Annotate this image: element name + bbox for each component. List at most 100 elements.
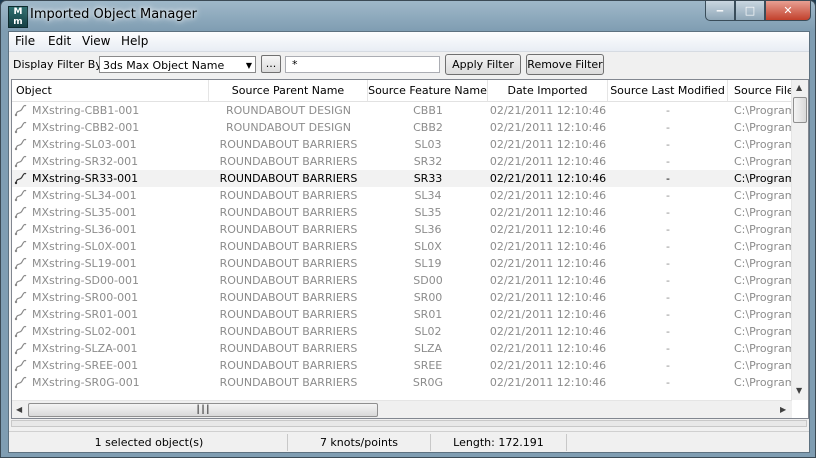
table-row[interactable]: MXstring-SR00-001 ROUNDABOUT BARRIERS SR00… xyxy=(12,289,792,306)
cell-last-modified: - xyxy=(666,359,670,372)
cell-object: MXstring-SR32-001 xyxy=(32,155,139,168)
menu-help[interactable]: Help xyxy=(121,34,148,48)
column-header-source-file[interactable]: Source File xyxy=(728,80,792,101)
apply-filter-button[interactable]: Apply Filter xyxy=(445,54,521,75)
table-row[interactable]: MXstring-SR01-001 ROUNDABOUT BARRIERS SR01… xyxy=(12,306,792,323)
chevron-down-icon: ▼ xyxy=(245,61,252,70)
menu-file[interactable]: File xyxy=(15,34,35,48)
imported-objects-table: Object Source Parent Name Source Feature… xyxy=(11,79,809,419)
cell-parent-name: ROUNDABOUT BARRIERS xyxy=(219,155,358,168)
close-button[interactable]: ✕ xyxy=(765,1,811,21)
table-row[interactable]: MXstring-CBB1-001 ROUNDABOUT DESIGN CBB1 02… xyxy=(12,102,792,119)
column-header-object[interactable]: Object xyxy=(12,80,209,101)
cell-feature-name: SL02 xyxy=(414,325,442,338)
table-row[interactable]: MXstring-SL03-001 ROUNDABOUT BARRIERS SL03… xyxy=(12,136,792,153)
cell-feature-name: SR0G xyxy=(412,376,444,389)
minimize-button[interactable]: ‒ xyxy=(705,1,735,21)
table-row[interactable]: MXstring-SL36-001 ROUNDABOUT BARRIERS SL36… xyxy=(12,221,792,238)
horizontal-scroll-thumb[interactable]: ┃┃┃ xyxy=(28,403,378,417)
status-selected-count: 1 selected object(s) xyxy=(11,434,288,451)
cell-source-file: C:\Program xyxy=(734,104,792,117)
horizontal-scrollbar[interactable]: ◀ ┃┃┃ ▶ xyxy=(12,400,792,418)
filter-by-value: 3ds Max Object Name xyxy=(103,59,225,72)
cell-source-file: C:\Program xyxy=(734,342,792,355)
table-row[interactable]: MXstring-SREE-001 ROUNDABOUT BARRIERS SREE… xyxy=(12,357,792,374)
close-icon: ✕ xyxy=(783,4,793,17)
cell-feature-name: SREE xyxy=(413,359,443,372)
cell-object: MXstring-SL19-001 xyxy=(32,257,137,270)
cell-feature-name: SD00 xyxy=(413,274,443,287)
cell-date-imported: 02/21/2011 12:10:46 xyxy=(489,155,607,168)
client-area: File Edit View Help Display Filter By: 3… xyxy=(8,31,810,453)
table-row[interactable]: MXstring-SLZA-001 ROUNDABOUT BARRIERS SLZA… xyxy=(12,340,792,357)
table-row[interactable]: MXstring-SL35-001 ROUNDABOUT BARRIERS SL35… xyxy=(12,204,792,221)
cell-last-modified: - xyxy=(666,342,670,355)
cell-date-imported: 02/21/2011 12:10:46 xyxy=(489,325,607,338)
cell-parent-name: ROUNDABOUT BARRIERS xyxy=(219,274,358,287)
cell-parent-name: ROUNDABOUT BARRIERS xyxy=(219,342,358,355)
status-empty-cell xyxy=(567,434,807,451)
table-row[interactable]: MXstring-SL19-001 ROUNDABOUT BARRIERS SL19… xyxy=(12,255,792,272)
cell-date-imported: 02/21/2011 12:10:46 xyxy=(489,172,607,185)
cell-parent-name: ROUNDABOUT BARRIERS xyxy=(219,240,358,253)
scroll-right-arrow-icon[interactable]: ▶ xyxy=(780,405,786,414)
vertical-scrollbar[interactable]: ▲ ▼ xyxy=(791,80,808,400)
filter-text-input[interactable]: * xyxy=(285,56,440,73)
spline-object-icon xyxy=(14,273,28,287)
column-header-feature[interactable]: Source Feature Name xyxy=(368,80,488,101)
table-row[interactable]: MXstring-SR32-001 ROUNDABOUT BARRIERS SR32… xyxy=(12,153,792,170)
cell-source-file: C:\Program xyxy=(734,359,792,372)
cell-parent-name: ROUNDABOUT BARRIERS xyxy=(219,308,358,321)
menu-edit[interactable]: Edit xyxy=(48,34,71,48)
browse-button[interactable]: ... xyxy=(261,55,281,73)
cell-source-file: C:\Program xyxy=(734,138,792,151)
cell-feature-name: SR33 xyxy=(413,172,443,185)
remove-filter-button[interactable]: Remove Filter xyxy=(526,54,604,75)
table-row[interactable]: MXstring-SD00-001 ROUNDABOUT BARRIERS SD00… xyxy=(12,272,792,289)
maximize-button[interactable]: □ xyxy=(735,1,765,21)
spline-object-icon xyxy=(14,375,28,389)
cell-date-imported: 02/21/2011 12:10:46 xyxy=(489,104,607,117)
cell-last-modified: - xyxy=(666,104,670,117)
splitter-bar[interactable] xyxy=(11,420,807,427)
display-filter-label: Display Filter By: xyxy=(13,58,105,71)
scroll-down-arrow-icon[interactable]: ▼ xyxy=(796,386,802,395)
cell-feature-name: SR00 xyxy=(413,291,443,304)
cell-source-file: C:\Program xyxy=(734,257,792,270)
table-row[interactable]: MXstring-CBB2-001 ROUNDABOUT DESIGN CBB2 02… xyxy=(12,119,792,136)
cell-source-file: C:\Program xyxy=(734,274,792,287)
filter-by-dropdown[interactable]: 3ds Max Object Name ▼ xyxy=(99,56,256,73)
scroll-left-arrow-icon[interactable]: ◀ xyxy=(16,405,22,414)
cell-last-modified: - xyxy=(666,121,670,134)
spline-object-icon xyxy=(14,103,28,117)
table-row[interactable]: MXstring-SR33-001 ROUNDABOUT BARRIERS SR33… xyxy=(12,170,792,187)
spline-object-icon xyxy=(14,324,28,338)
title-bar[interactable]: Mm Imported Object Manager ‒ □ ✕ xyxy=(1,1,815,31)
table-row[interactable]: MXstring-SR0G-001 ROUNDABOUT BARRIERS SR0G… xyxy=(12,374,792,391)
cell-object: MXstring-SR0G-001 xyxy=(32,376,140,389)
cell-object: MXstring-SREE-001 xyxy=(32,359,139,372)
menu-view[interactable]: View xyxy=(82,34,110,48)
app-icon[interactable]: Mm xyxy=(8,6,28,28)
column-header-date[interactable]: Date Imported xyxy=(488,80,608,101)
cell-parent-name: ROUNDABOUT BARRIERS xyxy=(219,291,358,304)
spline-object-icon xyxy=(14,188,28,202)
scroll-up-arrow-icon[interactable]: ▲ xyxy=(796,83,802,92)
table-row[interactable]: MXstring-SL0X-001 ROUNDABOUT BARRIERS SL0X… xyxy=(12,238,792,255)
cell-object: MXstring-CBB1-001 xyxy=(32,104,140,117)
table-body: MXstring-CBB1-001 ROUNDABOUT DESIGN CBB1 02… xyxy=(12,102,792,398)
cell-parent-name: ROUNDABOUT BARRIERS xyxy=(219,359,358,372)
cell-feature-name: CBB2 xyxy=(413,121,443,134)
cell-feature-name: SL03 xyxy=(414,138,442,151)
column-header-parent[interactable]: Source Parent Name xyxy=(209,80,368,101)
cell-parent-name: ROUNDABOUT BARRIERS xyxy=(219,376,358,389)
spline-object-icon xyxy=(14,358,28,372)
table-row[interactable]: MXstring-SL34-001 ROUNDABOUT BARRIERS SL34… xyxy=(12,187,792,204)
cell-parent-name: ROUNDABOUT BARRIERS xyxy=(219,172,358,185)
vertical-scroll-thumb[interactable] xyxy=(793,97,807,123)
cell-last-modified: - xyxy=(666,240,670,253)
spline-object-icon xyxy=(14,137,28,151)
column-header-last-modified[interactable]: Source Last Modified xyxy=(608,80,728,101)
cell-last-modified: - xyxy=(666,189,670,202)
table-row[interactable]: MXstring-SL02-001 ROUNDABOUT BARRIERS SL02… xyxy=(12,323,792,340)
